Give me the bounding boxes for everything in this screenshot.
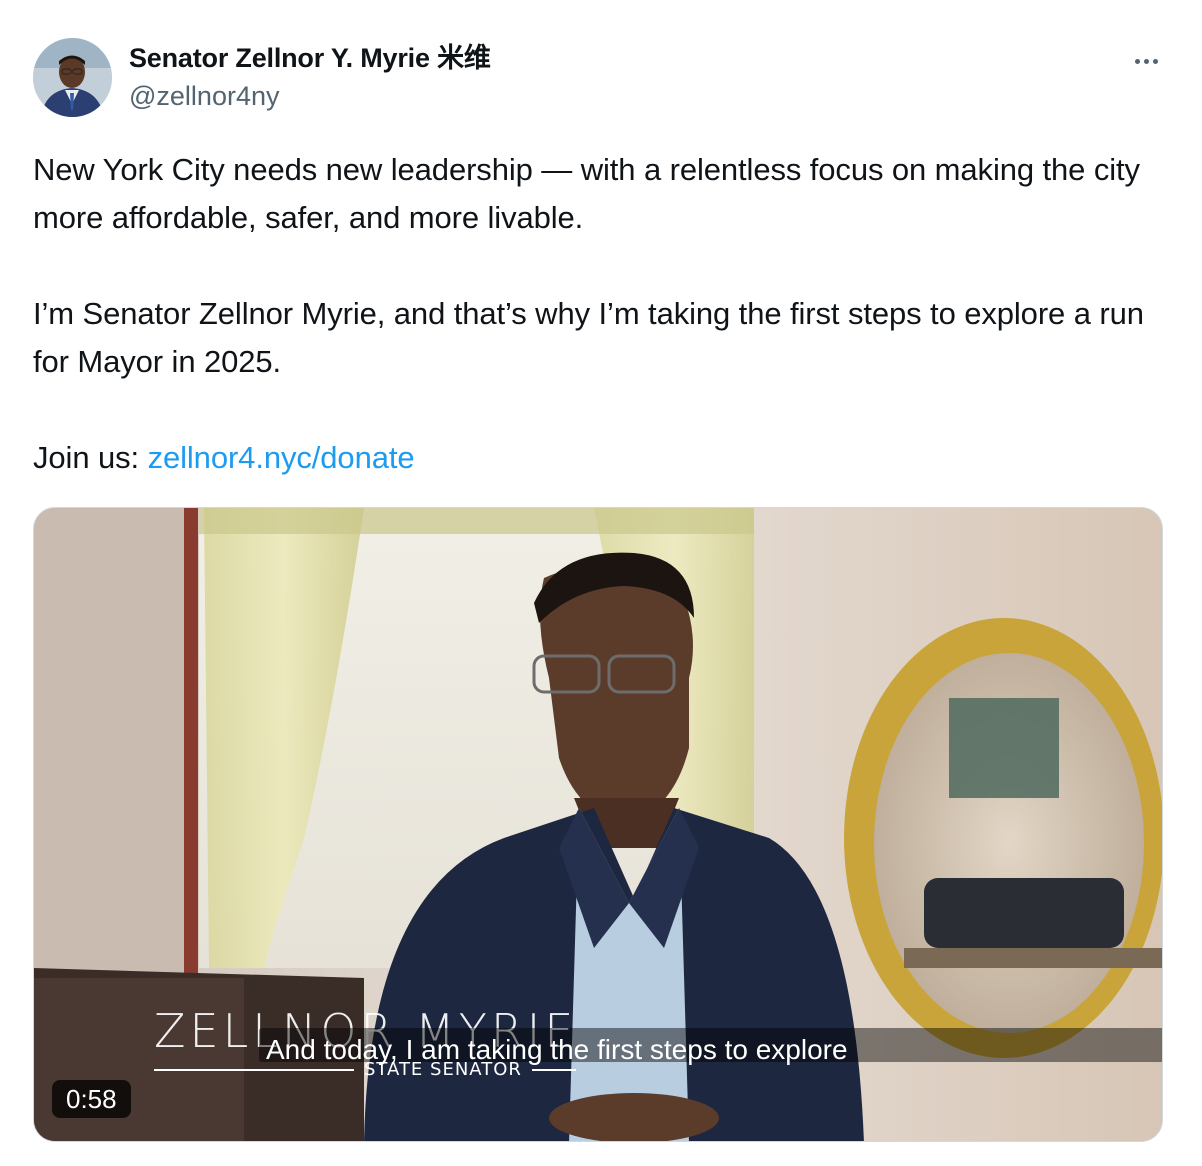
join-prefix: Join us: [33, 440, 148, 475]
video-duration-badge: 0:58 [52, 1080, 131, 1118]
tweet-paragraph-2: I’m Senator Zellnor Myrie, and that’s wh… [33, 296, 1144, 379]
avatar[interactable] [33, 38, 112, 117]
video-caption: And today, I am taking the first steps t… [266, 1034, 848, 1065]
tweet-header: Senator Zellnor Y. Myrie 米维 @zellnor4ny [33, 38, 1182, 118]
tweet-paragraph-1: New York City needs new leadership — wit… [33, 152, 1140, 235]
tweet-text: New York City needs new leadership — wit… [33, 146, 1153, 482]
author-display-name[interactable]: Senator Zellnor Y. Myrie 米维 [129, 40, 491, 76]
donate-link[interactable]: zellnor4.nyc/donate [148, 440, 415, 475]
video-player[interactable]: ZELLNOR MYRIE STATE SENATOR And today, I… [33, 507, 1163, 1142]
author-handle[interactable]: @zellnor4ny [129, 78, 491, 114]
more-options-icon[interactable] [1124, 46, 1168, 76]
tweet-paragraph-3: Join us: zellnor4.nyc/donate [33, 434, 1153, 482]
profile-avatar-icon [33, 38, 112, 117]
